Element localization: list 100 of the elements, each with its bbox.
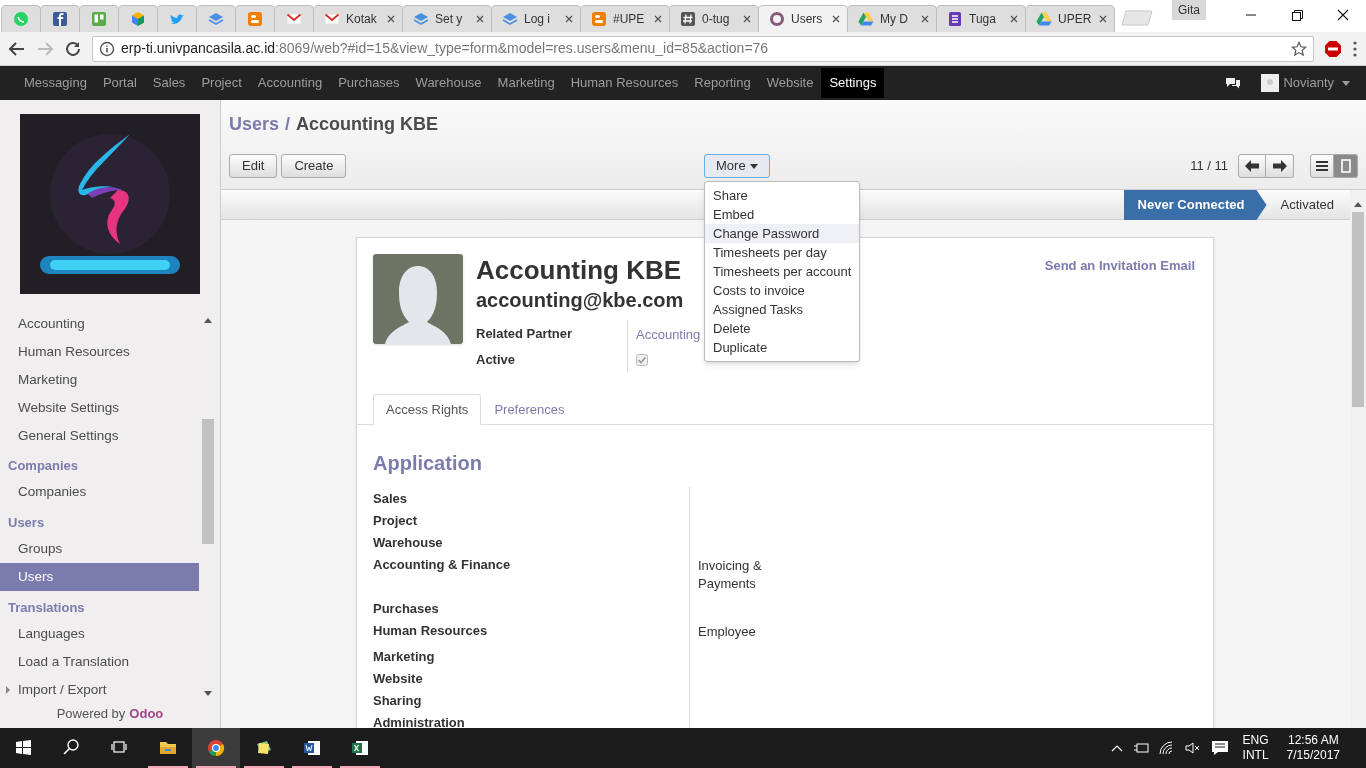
list-view-button[interactable] — [1310, 154, 1334, 178]
browser-tab[interactable]: Users — [758, 5, 848, 32]
spreadsheet-icon — [351, 739, 369, 757]
browser-tab[interactable]: #UPE — [580, 5, 670, 32]
menu-item[interactable]: Assigned Tasks — [705, 300, 859, 319]
browser-tab[interactable] — [274, 5, 314, 32]
menu-link[interactable]: Website — [758, 68, 822, 98]
browser-tab[interactable]: 0-tug — [669, 5, 759, 32]
menu-item[interactable]: Share — [705, 186, 859, 205]
sidebar-item[interactable]: Groups — [0, 535, 199, 564]
more-button[interactable]: More — [704, 154, 770, 178]
browser-tab[interactable]: My D — [847, 5, 937, 32]
sidebar-item[interactable]: Human Resources — [0, 337, 199, 366]
triangle-icon — [1036, 11, 1052, 27]
menu-link[interactable]: Human Resources — [562, 68, 687, 98]
sidebar-item[interactable]: Languages — [0, 620, 199, 649]
page-icon — [1340, 159, 1351, 173]
wifi-icon[interactable] — [1158, 741, 1175, 755]
menu-link[interactable]: Messaging — [16, 68, 95, 98]
browser-tab[interactable]: Set y — [402, 5, 492, 32]
menu-item[interactable]: Delete — [705, 319, 859, 338]
partner-link[interactable]: Accounting — [636, 325, 701, 345]
browser-tab[interactable] — [79, 5, 119, 32]
menu-item[interactable]: Change Password — [705, 224, 859, 243]
sidebar-item[interactable]: Import / Export — [0, 676, 199, 704]
invitation-link[interactable]: Send an Invitation Email — [1044, 256, 1195, 276]
menu-link[interactable]: Settings — [821, 68, 885, 98]
language-indicator[interactable]: ENG INTL — [1242, 733, 1269, 763]
close-icon[interactable] — [831, 14, 841, 24]
star-icon[interactable] — [1291, 40, 1307, 57]
status-step[interactable]: Never Connected — [1123, 190, 1267, 220]
menu-link[interactable]: Portal — [94, 68, 145, 98]
status-step[interactable]: Activated — [1266, 190, 1350, 220]
tab-title: Set y — [435, 12, 463, 26]
close-icon[interactable] — [742, 14, 752, 24]
menu-item[interactable]: Timesheets per account — [705, 262, 859, 281]
sidebar-item[interactable]: Load a Translation — [0, 648, 199, 677]
menu-link[interactable]: Purchases — [330, 68, 408, 98]
menu-icon[interactable] — [1352, 39, 1358, 58]
sidebar-item[interactable]: Users — [0, 563, 199, 592]
browser-tab[interactable] — [40, 5, 80, 32]
cube-icon — [130, 11, 146, 27]
profile-button[interactable]: Gita — [1172, 0, 1206, 20]
caret-right-icon[interactable] — [5, 686, 11, 695]
notification-icon[interactable] — [1210, 740, 1229, 756]
section-heading: Users — [8, 513, 45, 532]
menu-link[interactable]: Accounting — [249, 68, 331, 98]
breadcrumb-link[interactable]: Users — [229, 110, 280, 138]
menu-link[interactable]: Sales — [144, 68, 194, 98]
sidebar-item[interactable]: Website Settings — [0, 393, 199, 422]
sidebar-item[interactable]: General Settings — [0, 421, 199, 450]
menu-item[interactable]: Costs to invoice — [705, 281, 859, 300]
browser-tab[interactable]: UPER — [1025, 5, 1115, 32]
battery-icon[interactable] — [1132, 741, 1149, 755]
chat-icon[interactable] — [1225, 76, 1242, 90]
section-heading: Companies — [8, 456, 79, 475]
close-icon[interactable] — [920, 14, 930, 24]
tab-title: 0-tug — [702, 12, 730, 26]
scrollbar-thumb[interactable] — [201, 419, 214, 544]
sidebar-item[interactable]: Marketing — [0, 365, 199, 394]
close-icon[interactable] — [653, 14, 663, 24]
scroll-up-icon[interactable] — [1354, 202, 1362, 207]
menu-link[interactable]: Marketing — [489, 68, 563, 98]
circle-icon — [13, 11, 29, 27]
sidebar-item[interactable]: Companies — [0, 478, 199, 507]
field-label: Active — [476, 351, 516, 370]
speaker-muted-icon[interactable] — [1184, 741, 1201, 755]
menu-item[interactable]: Embed — [705, 205, 859, 224]
close-icon[interactable] — [475, 14, 485, 24]
menu-item[interactable]: Timesheets per day — [705, 243, 859, 262]
next-button[interactable] — [1266, 154, 1294, 178]
scroll-down-icon[interactable] — [203, 691, 212, 696]
form-tab[interactable]: Preferences — [481, 394, 578, 425]
menu-link[interactable]: Project — [193, 68, 250, 98]
scrollbar-thumb[interactable] — [1352, 212, 1364, 407]
back-icon[interactable] — [8, 39, 26, 58]
user-menu[interactable]: Novianty — [1261, 73, 1350, 93]
reload-icon[interactable] — [64, 39, 82, 58]
menu-link[interactable]: Warehouse — [407, 68, 490, 98]
sidebar-item[interactable]: Accounting — [0, 310, 199, 338]
powered-by-text: Powered by Odoo — [55, 705, 165, 723]
previous-button[interactable] — [1238, 154, 1266, 178]
stop-sign-icon[interactable] — [1324, 39, 1342, 58]
scroll-up-icon[interactable] — [203, 318, 212, 323]
close-icon[interactable] — [1098, 14, 1108, 24]
menu-link[interactable]: Reporting — [686, 68, 759, 98]
browser-tab[interactable]: Log i — [491, 5, 581, 32]
form-tab[interactable]: Access Rights — [373, 394, 482, 425]
close-icon[interactable] — [564, 14, 574, 24]
chevron-up-icon[interactable] — [1110, 744, 1123, 752]
browser-tab[interactable]: Tuga — [936, 5, 1026, 32]
address-field[interactable]: erp-ti.univpancasila.ac.id:8069/web?#id=15&view_type=form&model=res.users&menu_id=85&action=76 — [92, 35, 1314, 62]
taskbar-button[interactable] — [192, 728, 240, 768]
close-icon[interactable] — [386, 14, 396, 24]
edit-button[interactable]: Edit — [229, 154, 278, 178]
menu-item[interactable]: Duplicate — [705, 338, 859, 357]
create-button[interactable]: Create — [281, 154, 347, 178]
clock[interactable]: 12:56 AM 7/15/2017 — [1286, 733, 1340, 763]
browser-tab[interactable]: Kotak — [313, 5, 403, 32]
close-icon[interactable] — [1009, 14, 1019, 24]
